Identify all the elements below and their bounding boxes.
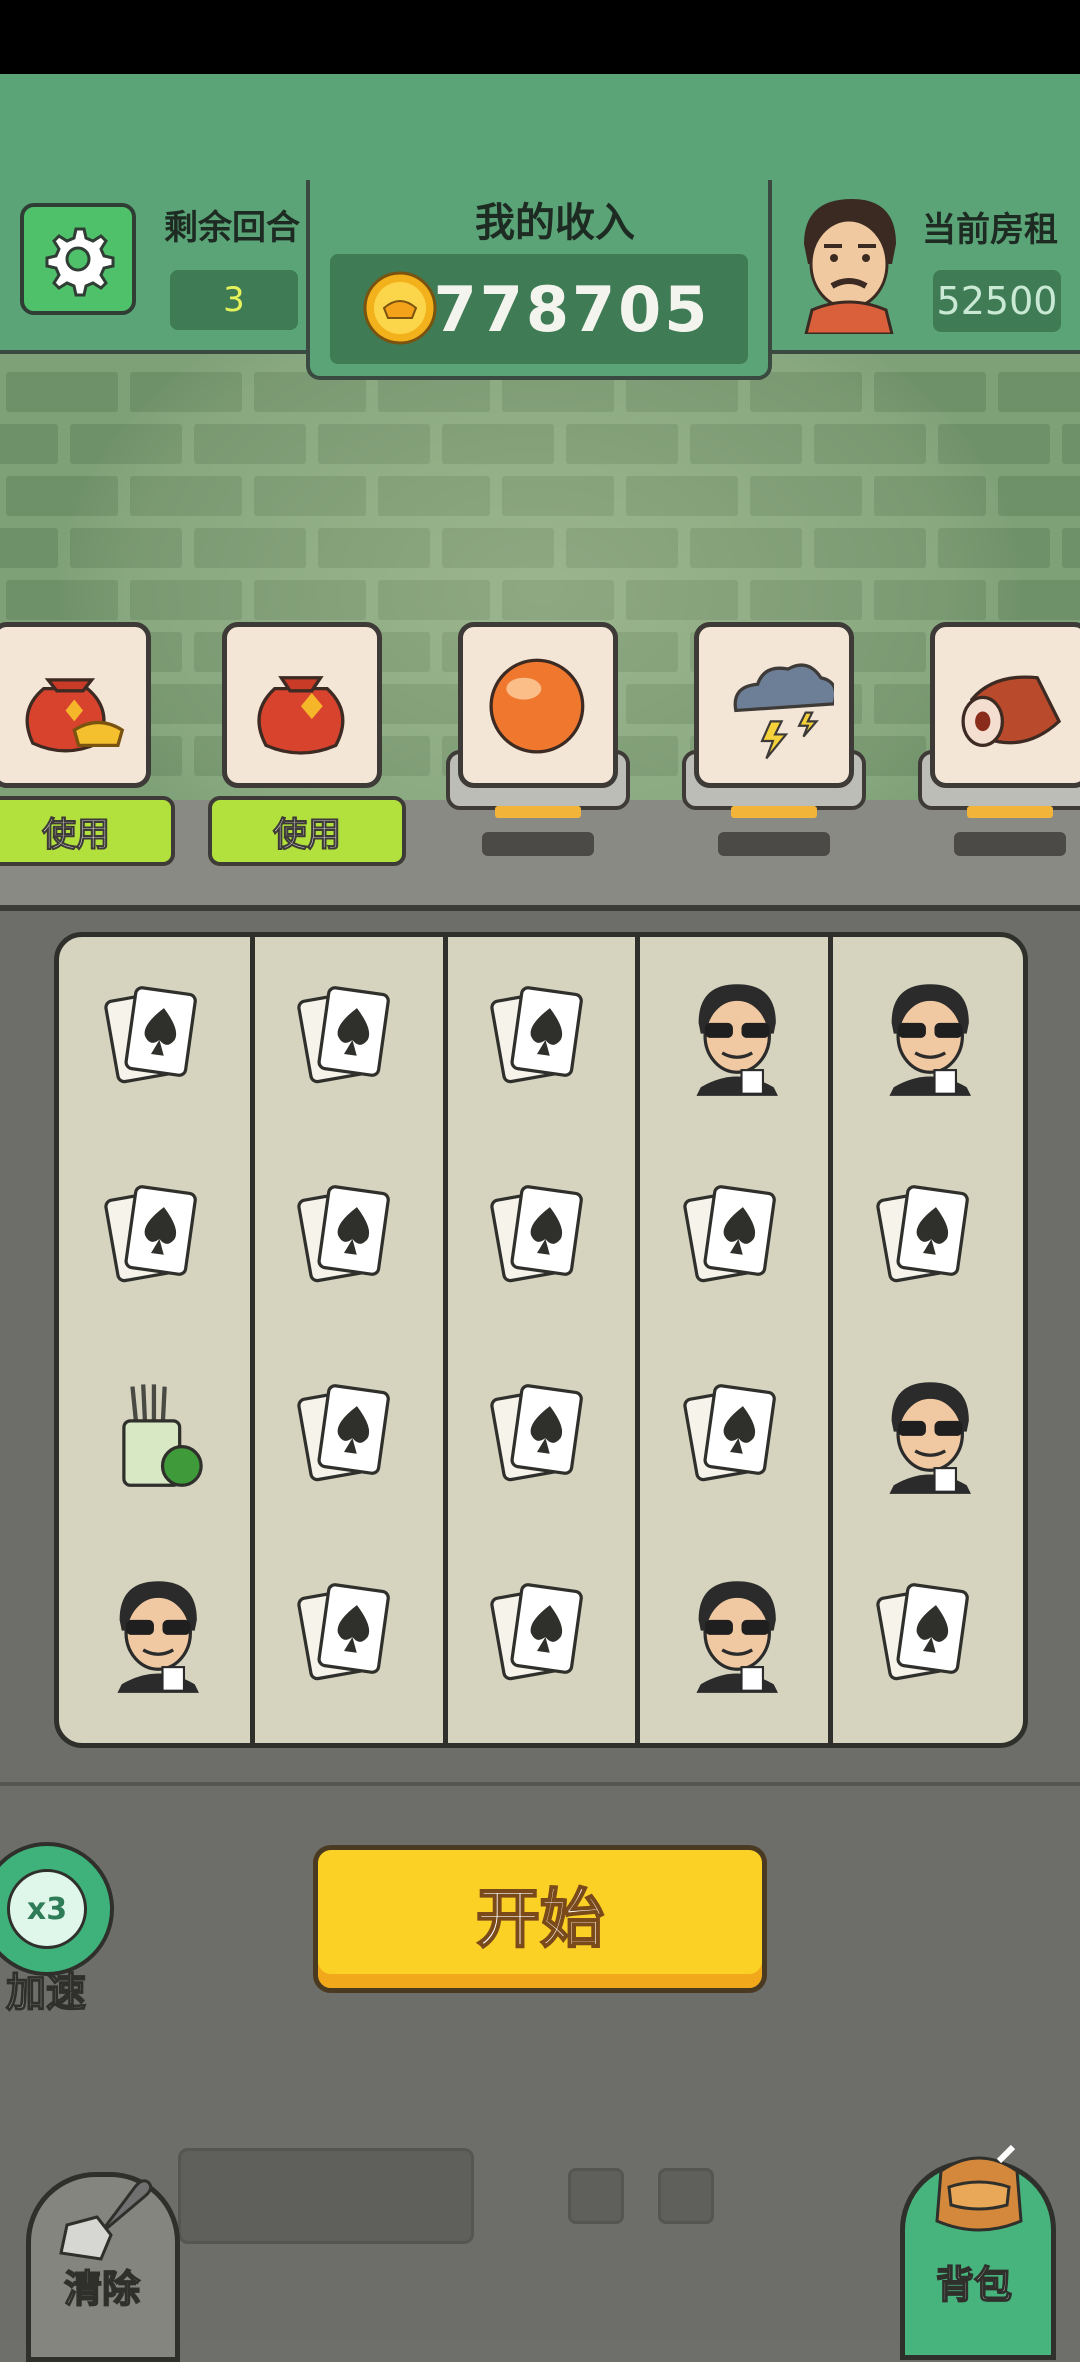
settings-button[interactable] [20,203,136,315]
clear-label: 清除 [63,2266,141,2312]
grid-cell [446,1138,636,1338]
dealer-icon [889,984,971,1096]
grid-cell [832,939,1022,1139]
floor-line [0,1782,1080,1786]
grid-cell [639,939,829,1139]
stand-light [731,806,817,818]
backpack-label: 背包 [935,2262,1013,2308]
grid-cell [60,1337,250,1537]
stand-base [954,832,1066,856]
rent-label: 当前房租 [922,210,1058,250]
rounds-label: 剩余回合 [164,208,300,248]
item-card[interactable] [222,622,382,788]
grid-cell [253,1138,443,1338]
stand-base [718,832,830,856]
speed-badge: x3 [7,1869,87,1949]
income-title: 我的收入 [475,200,635,246]
brick [1062,528,1080,568]
spade-cards-icon [876,1583,969,1681]
grid-cell [832,1536,1022,1736]
stand-light [495,806,581,818]
start-button[interactable]: 开始 [313,1845,767,1993]
spade-cards-icon [490,986,583,1084]
dealer-icon [117,1581,199,1693]
grid-cell [253,939,443,1139]
grid-cell [639,1337,829,1537]
spade-cards-icon [297,1583,390,1681]
brick [0,528,58,568]
storm-cloud-icon [733,663,834,760]
stand-light [967,806,1053,818]
brush-icon [59,2179,153,2261]
brick [998,372,1080,412]
spade-cards-icon [490,1384,583,1482]
dealer-icon [696,1581,778,1693]
grid-cell [446,1337,636,1537]
grid-cell [60,939,250,1139]
dealer-icon [889,1382,971,1494]
machine-knob [658,2168,714,2224]
gear-icon [45,227,115,297]
spade-cards-icon [297,1384,390,1482]
status-bar [0,0,1080,74]
grid-cell [253,1337,443,1537]
item-card[interactable] [694,622,854,788]
income-value: 778705 [433,272,711,346]
spade-cards-icon [490,1185,583,1283]
spade-cards-icon [683,1185,776,1283]
spade-cards-icon [876,1185,969,1283]
brick [6,372,118,412]
item-card[interactable] [0,622,151,788]
chopstick-pot-icon [122,1384,203,1487]
grid-cell [253,1536,443,1736]
grid-cell [832,1138,1022,1338]
meat-icon [961,675,1062,747]
item-card[interactable] [458,622,618,788]
spade-cards-icon [490,1583,583,1681]
grid-cell [832,1337,1022,1537]
item-card[interactable] [930,622,1080,788]
grid-cell [446,1536,636,1736]
brick [0,424,58,464]
spade-cards-icon [104,1185,197,1283]
machine-knob [568,2168,624,2224]
orange-orb-icon [489,658,585,754]
brick [1062,424,1080,464]
brick [998,476,1080,516]
speed-label: 加速 [5,1969,87,2017]
machine-panel [178,2148,474,2244]
spade-cards-icon [297,986,390,1084]
use-item-button[interactable]: 使用 [208,796,406,866]
start-label: 开始 [475,1882,605,1958]
spade-cards-icon [297,1185,390,1283]
slot-grid [54,932,1028,1748]
rounds-value-box: 3 [170,270,298,330]
dealer-icon [696,984,778,1096]
grid-cell [60,1138,250,1338]
rounds-value: 3 [223,280,245,320]
spade-cards-icon [683,1384,776,1482]
rent-value-box: 52500 [933,270,1061,332]
grid-cell [446,939,636,1139]
backpack-icon [935,2144,1023,2232]
grid-cell [639,1536,829,1736]
spade-cards-icon [104,986,197,1084]
stand-base [482,832,594,856]
rent-value: 52500 [936,279,1058,323]
money-bag-gold-icon [25,678,125,753]
use-item-button[interactable]: 使用 [0,796,175,866]
red-lucky-bag-icon [257,676,345,755]
grid-cell [60,1536,250,1736]
landlord-avatar [804,199,896,334]
coin-icon [363,271,437,345]
grid-cell [639,1138,829,1338]
